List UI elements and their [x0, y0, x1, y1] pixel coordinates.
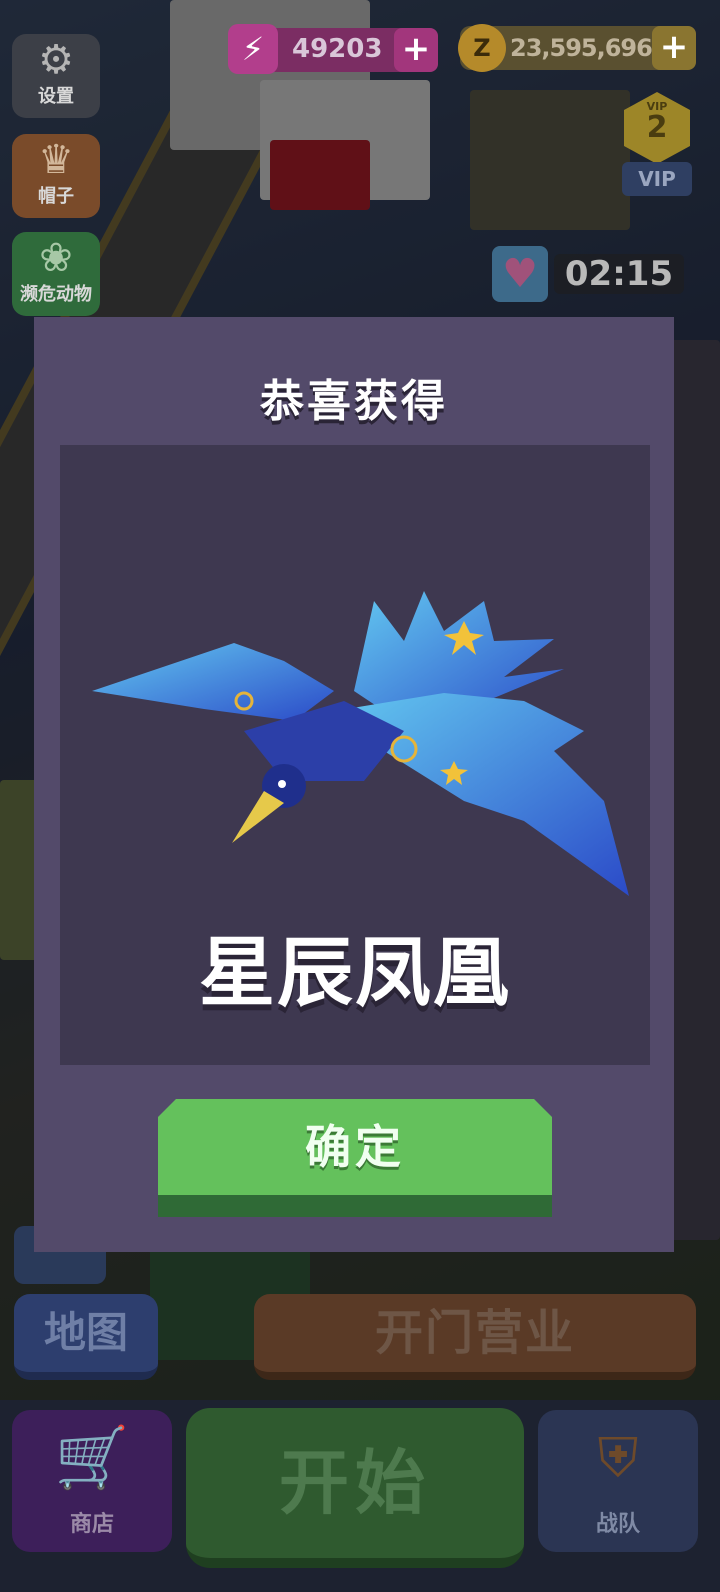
- shop-label: 商店: [69, 1512, 114, 1537]
- confirm-label: 确定: [305, 1120, 405, 1174]
- phoenix-illustration: [92, 591, 629, 896]
- add-coins-button[interactable]: +: [652, 26, 696, 70]
- team-label: 战队: [595, 1512, 640, 1537]
- coin-counter: Z 23,595,696 +: [458, 24, 696, 72]
- shop-button[interactable]: 🛒 商店: [12, 1410, 172, 1552]
- map-button[interactable]: 地图: [14, 1294, 158, 1380]
- timer-value: 02:15: [554, 254, 684, 294]
- vip-label: VIP: [622, 162, 692, 196]
- add-energy-button[interactable]: +: [394, 28, 438, 72]
- start-button[interactable]: 开始: [186, 1408, 524, 1568]
- hat-button[interactable]: ♛ 帽子: [12, 134, 100, 218]
- endangered-animals-label: 濒危动物: [20, 284, 92, 305]
- energy-value: 49203: [292, 34, 383, 64]
- team-button[interactable]: ⛨ 战队: [538, 1410, 698, 1552]
- vip-level: 2: [646, 110, 668, 145]
- heart-icon: ♥: [492, 246, 548, 302]
- phoenix-left-wing: [92, 643, 334, 721]
- reward-name: 星辰凤凰: [199, 928, 511, 1017]
- hat-icon: ♛: [38, 137, 74, 183]
- confirm-button[interactable]: 确定: [158, 1099, 552, 1217]
- open-business-button[interactable]: 开门营业: [254, 1294, 696, 1380]
- paw-icon: ❀: [39, 235, 73, 281]
- hat-label: 帽子: [38, 186, 74, 207]
- lightning-icon: ⚡: [228, 24, 278, 74]
- settings-label: 设置: [38, 86, 74, 107]
- phoenix-beak: [232, 791, 284, 843]
- lives-timer[interactable]: ♥ 02:15: [492, 246, 692, 306]
- gear-icon: ⚙: [38, 37, 74, 83]
- coin-icon: Z: [458, 24, 506, 72]
- coin-value: 23,595,696: [510, 34, 653, 62]
- reward-dialog: 恭喜获得 星辰凤凰 确定: [34, 317, 674, 1252]
- endangered-animals-button[interactable]: ❀ 濒危动物: [12, 232, 100, 316]
- reward-display: 星辰凤凰: [60, 445, 650, 1065]
- phoenix-eye: [278, 780, 286, 788]
- vip-badge: VIP 2: [624, 92, 690, 164]
- team-shield-icon: ⛨: [597, 1426, 639, 1489]
- cart-icon: 🛒: [54, 1423, 130, 1493]
- energy-counter: ⚡ 49203 +: [228, 24, 438, 74]
- vip-button[interactable]: VIP 2 VIP: [622, 92, 692, 200]
- settings-button[interactable]: ⚙ 设置: [12, 34, 100, 118]
- dialog-title: 恭喜获得: [260, 376, 448, 427]
